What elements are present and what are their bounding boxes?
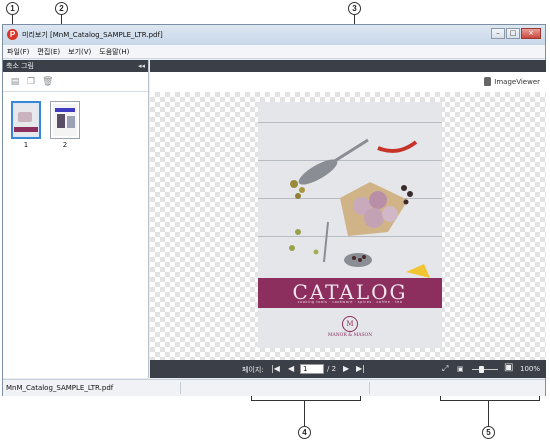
callout-4-bracket [251,400,361,401]
menu-help[interactable]: 도움말(H) [99,47,129,57]
thumbnail-frame [50,101,80,139]
callout-3: 3 [348,2,361,15]
last-page-icon[interactable]: ▶| [356,364,365,374]
thumbnail-toolbar: ▤ ❐ 🗑 [3,72,148,92]
callout-5: 5 [482,426,495,439]
thumbnail-image [53,104,77,136]
zoom-slider-handle[interactable] [479,366,485,373]
callout-5-line [488,400,489,426]
catalog-title-band: CATALOG cooking tools · cookware · spice… [258,278,442,308]
thumbnail-page-2[interactable]: 2 [50,101,80,149]
thumbnail-panel-title: 축소 그림 [6,62,34,70]
callout-4-line [304,400,305,426]
thumbnail-list: 1 2 [3,92,148,172]
viewer-panel: ImageViewer CATALOG cooking tools · cook… [150,60,546,378]
image-viewer-button[interactable]: ImageViewer [484,77,540,86]
trash-icon[interactable]: 🗑 [42,77,53,87]
catalog-cover-page: CATALOG cooking tools · cookware · spice… [258,102,442,348]
zoom-out-image-icon[interactable]: ▣ [457,364,464,374]
maximize-button[interactable]: □ [506,28,520,39]
thumbnail-page-1[interactable]: 1 [11,101,41,149]
thumbnail-panel-header: 축소 그림 ◂◂ [3,60,148,72]
viewer-header [150,60,546,72]
next-page-icon[interactable]: ▶ [343,364,349,374]
menu-edit[interactable]: 편집(E) [37,47,60,57]
zoom-in-image-icon[interactable]: ▣ [504,363,513,373]
menu-bar: 파일(F) 편집(E) 보기(V) 도움말(H) [3,45,545,59]
food-photo [289,138,430,278]
page-canvas[interactable]: CATALOG cooking tools · cookware · spice… [150,92,546,360]
preview-window: P 미리보기 [MnM_Catalog_SAMPLE_LTR.pdf] – □ … [2,24,546,396]
app-icon: P [7,29,18,40]
thumbnail-frame [11,101,41,139]
image-viewer-icon [484,77,492,86]
status-bar: MnM_Catalog_SAMPLE_LTR.pdf [3,379,545,396]
thumbnail-label: 2 [62,141,68,149]
page-navigation-bar: 페이지: |◀ ◀ / 2 ▶ ▶| ⤢ ▣ ▣ 100% [150,360,546,378]
previous-page-icon[interactable]: ◀ [288,364,294,374]
brand-logo-icon: M [342,316,358,332]
copy-icon[interactable]: ❐ [26,77,36,87]
page-label: 페이지: [242,366,264,374]
callout-5-bracket [440,400,540,401]
fit-to-window-icon[interactable]: ⤢ [442,364,448,374]
close-button[interactable]: × [521,28,541,39]
window-controls: – □ × [491,28,541,39]
zoom-level: 100% [520,365,541,373]
print-icon[interactable]: ▤ [10,77,20,87]
status-divider [369,382,370,394]
callout-2: 2 [55,2,68,15]
page-total: / 2 [327,365,337,373]
menu-file[interactable]: 파일(F) [7,47,29,57]
image-viewer-label: ImageViewer [494,77,540,86]
thumbnail-label: 1 [23,141,29,149]
zoom-slider[interactable] [472,369,498,370]
collapse-panel-icon[interactable]: ◂◂ [138,60,145,72]
minimize-button[interactable]: – [491,28,505,39]
screenshot-stage: 1 2 3 4 5 P 미리보기 [MnM_Catalog_SAMPLE_LTR… [0,0,550,440]
status-divider [180,382,181,394]
title-bar[interactable]: P 미리보기 [MnM_Catalog_SAMPLE_LTR.pdf] – □ … [3,25,545,45]
callout-4: 4 [298,426,311,439]
callout-1: 1 [6,2,19,15]
status-filename: MnM_Catalog_SAMPLE_LTR.pdf [6,384,114,392]
menu-view[interactable]: 보기(V) [68,47,91,57]
page-number-input[interactable] [300,364,324,374]
brand-name: MANOR & MASON [327,333,373,338]
catalog-subtitle: cooking tools · cookware · spices · coff… [297,300,403,304]
thumbnail-image [14,104,38,136]
viewer-toolbar: ImageViewer [150,72,546,92]
window-title: 미리보기 [MnM_Catalog_SAMPLE_LTR.pdf] [22,31,163,39]
first-page-icon[interactable]: |◀ [271,364,280,374]
thumbnail-panel: 축소 그림 ◂◂ ▤ ❐ 🗑 1 2 [3,60,149,378]
